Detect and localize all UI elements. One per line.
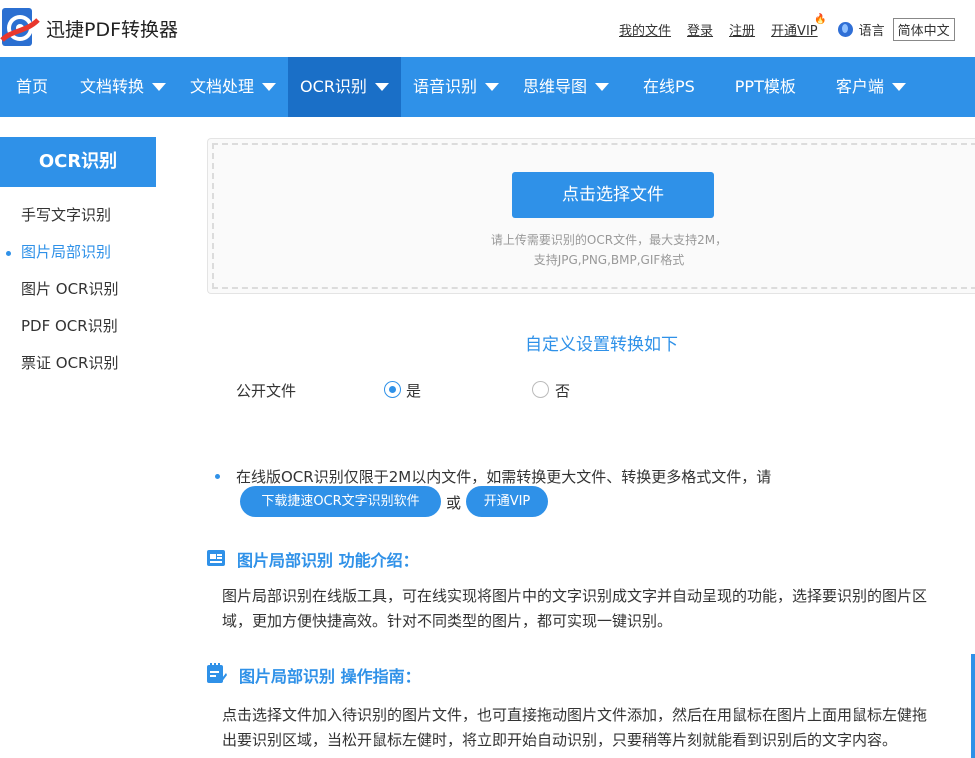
main-nav: 首页 文档转换 文档处理 OCR识别 语音识别 思维导图 在线PS PPT模板 客户端 (0, 57, 975, 117)
open-vip-label: 开通VIP (771, 24, 818, 39)
nav-item-label: OCR识别 (300, 77, 367, 96)
globe-icon (837, 22, 853, 37)
nav-item[interactable]: 语音识别 (401, 57, 511, 117)
guide-note-icon (207, 663, 227, 683)
nav-item[interactable]: 文档转换 (64, 57, 178, 117)
notice-vip-button[interactable]: 开通VIP (466, 486, 548, 517)
guide-line-1: 点击选择文件加入待识别的图片文件，也可直接拖动图片文件添加，然后在用鼠标在图片上… (222, 706, 928, 724)
sidebar-item[interactable]: PDF OCR识别 (0, 318, 156, 335)
language-select[interactable]: 简体中文 (892, 18, 955, 41)
public-yes-label: 是 (406, 382, 422, 400)
open-vip-link[interactable]: 开通VIP 🔥 (771, 14, 827, 39)
nav-item-label: 文档处理 (190, 77, 255, 96)
settings-title: 自定义设置转换如下 (525, 335, 678, 355)
register-link[interactable]: 注册 (729, 20, 755, 39)
logo-icon (0, 8, 40, 46)
sidebar-item[interactable]: 图片局部识别 (0, 244, 156, 261)
page-scrollbar[interactable] (971, 654, 975, 758)
nav-item-label: 在线PS (642, 77, 695, 96)
language-label: 语言 (858, 24, 885, 39)
nav-item-label: 首页 (16, 77, 49, 96)
public-no-radio[interactable] (532, 381, 549, 398)
guide-title: 图片局部识别 操作指南： (239, 667, 421, 686)
public-yes-radio[interactable] (384, 381, 401, 398)
nav-item[interactable]: PPT模板 (707, 57, 808, 117)
sidebar-item[interactable]: 手写文字识别 (0, 207, 156, 224)
nav-item-label: 语音识别 (412, 77, 477, 96)
nav-item[interactable]: 在线PS (621, 57, 707, 117)
notice-bullet (215, 474, 220, 479)
top-header: 迅捷PDF转换器 我的文件 登录 注册 开通VIP 🔥 语言 简体中文 (0, 0, 975, 57)
upload-hint-formats: 支持JPG,PNG,BMP,GIF格式 (533, 253, 685, 267)
select-file-button[interactable]: 点击选择文件 (512, 172, 714, 218)
chevron-down-icon (374, 83, 389, 91)
sidebar-item[interactable]: 票证 OCR识别 (0, 355, 156, 372)
upload-dropzone[interactable]: 点击选择文件 请上传需要识别的OCR文件，最大支持2M， 支持JPG,PNG,B… (212, 143, 975, 289)
flame-icon: 🔥 (814, 14, 827, 25)
login-link[interactable]: 登录 (687, 20, 713, 39)
chevron-down-icon (152, 83, 167, 91)
chevron-down-icon (484, 83, 499, 91)
intro-title: 图片局部识别 功能介绍： (237, 551, 419, 570)
notice-or: 或 (446, 494, 462, 512)
upload-hint-size: 请上传需要识别的OCR文件，最大支持2M， (490, 233, 728, 247)
intro-line-2: 域，更加方便快捷高效。针对不同类型的图片，都可实现一键识别。 (222, 612, 673, 630)
sidebar-item[interactable]: 图片 OCR识别 (0, 281, 156, 298)
intro-line-1: 图片局部识别在线版工具，可在线实现将图片中的文字识别成文字并自动呈现的功能，选择… (222, 587, 928, 605)
sidebar: OCR识别 手写文字识别 图片局部识别 图片 OCR识别 PDF OCR识别 票证 OC… (0, 137, 156, 372)
nav-item-label: 客户端 (835, 77, 884, 96)
nav-item[interactable]: OCR识别 (288, 57, 401, 117)
upload-area[interactable]: 点击选择文件 请上传需要识别的OCR文件，最大支持2M， 支持JPG,PNG,B… (207, 138, 975, 294)
nav-item-label: PPT模板 (734, 77, 796, 96)
download-ocr-software-button[interactable]: 下载捷速OCR文字识别软件 (240, 486, 441, 517)
notice-text: 在线版OCR识别仅限于2M以内文件，如需转换更大文件、转换更多格式文件，请 (236, 468, 772, 486)
public-file-label: 公开文件 (236, 382, 297, 400)
nav-item[interactable]: 思维导图 (511, 57, 621, 117)
nav-item[interactable]: 文档处理 (178, 57, 288, 117)
guide-line-2: 出要识别区域，当松开鼠标左健时，将立即开始自动识别，只要稍等片刻就能看到识别后的… (222, 731, 898, 749)
document-icon (207, 550, 225, 566)
chevron-down-icon (891, 83, 906, 91)
nav-item[interactable]: 首页 (0, 57, 64, 117)
top-links: 我的文件 登录 注册 开通VIP 🔥 语言 简体中文 (619, 14, 955, 41)
sidebar-title: OCR识别 (0, 137, 156, 187)
nav-item-label: 文档转换 (80, 77, 145, 96)
nav-item[interactable]: 客户端 (808, 57, 918, 117)
chevron-down-icon (262, 83, 277, 91)
public-no-label: 否 (555, 382, 571, 400)
brand-name: 迅捷PDF转换器 (46, 19, 179, 41)
nav-item-label: 思维导图 (522, 77, 587, 96)
chevron-down-icon (594, 83, 609, 91)
my-files-link[interactable]: 我的文件 (619, 20, 671, 39)
